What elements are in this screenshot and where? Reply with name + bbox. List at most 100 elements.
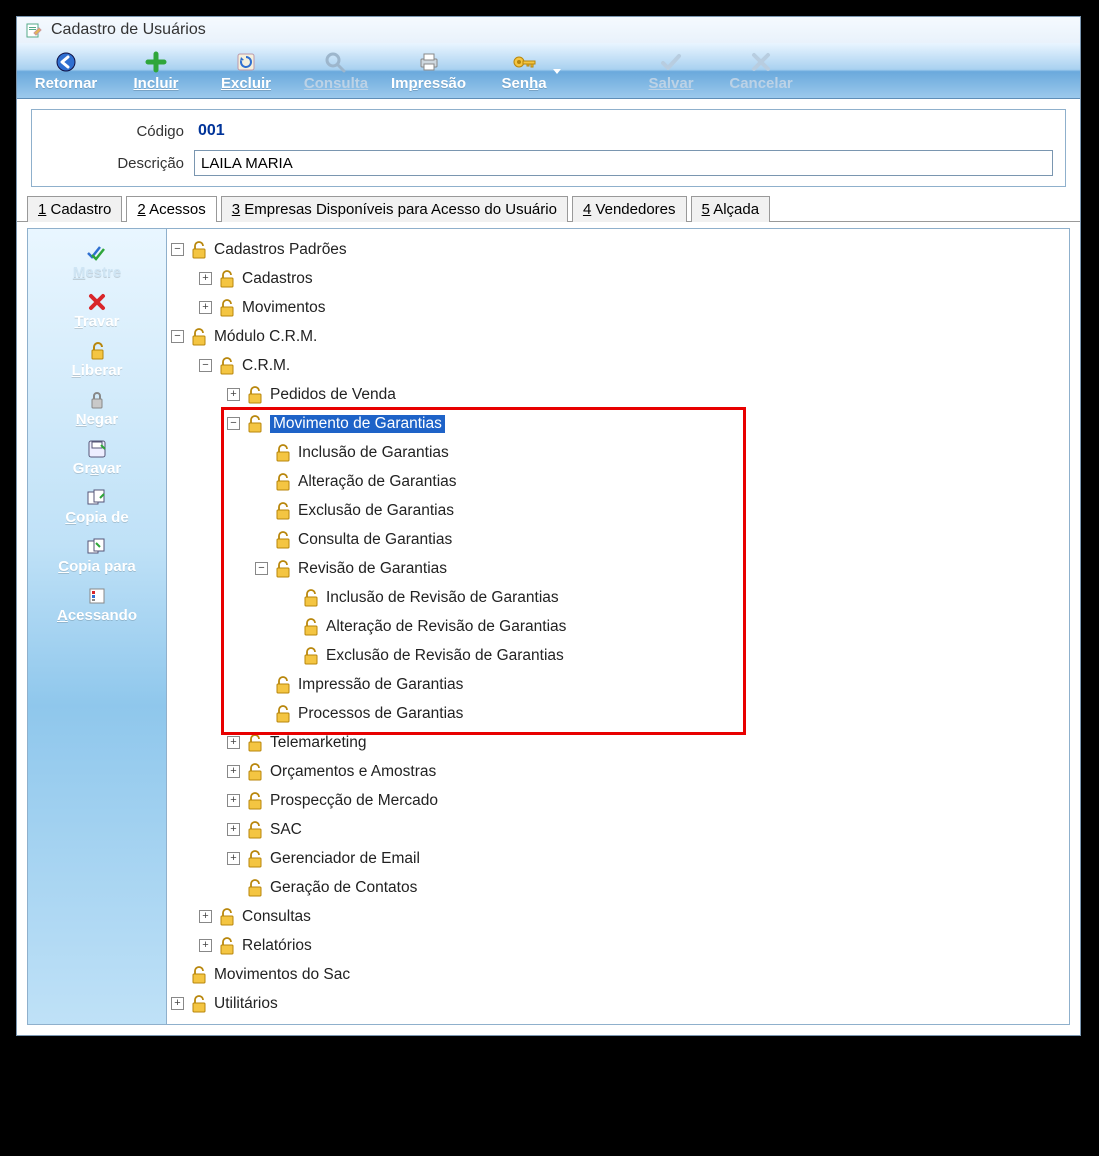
tree-node[interactable]: − Revisão de Garantias bbox=[171, 554, 1065, 583]
titlebar: Cadastro de Usuários bbox=[17, 17, 1080, 43]
tree-node[interactable]: + Utilitários bbox=[171, 989, 1065, 1018]
lock-icon bbox=[246, 734, 264, 752]
expand-icon[interactable]: + bbox=[227, 736, 240, 749]
tree-node[interactable]: Exclusão de Garantias bbox=[171, 496, 1065, 525]
tabs: 1 Cadastro 2 Acessos 3 Empresas Disponív… bbox=[17, 195, 1080, 222]
expand-icon[interactable]: + bbox=[227, 794, 240, 807]
tree-node[interactable]: + Telemarketing bbox=[171, 728, 1065, 757]
permission-tree[interactable]: − Cadastros Padrões + Cadastros + Movime… bbox=[171, 235, 1065, 1018]
expand-icon[interactable]: + bbox=[199, 910, 212, 923]
lock-icon bbox=[274, 560, 292, 578]
tree-node[interactable]: + Gerenciador de Email bbox=[171, 844, 1065, 873]
tree-panel: − Cadastros Padrões + Cadastros + Movime… bbox=[167, 228, 1070, 1025]
tab-cadastro[interactable]: 1 Cadastro bbox=[27, 196, 122, 222]
tree-node[interactable]: − Módulo C.R.M. bbox=[171, 322, 1065, 351]
tree-node[interactable]: − C.R.M. bbox=[171, 351, 1065, 380]
tree-node[interactable]: + Consultas bbox=[171, 902, 1065, 931]
lock-icon bbox=[218, 299, 236, 317]
tree-node[interactable]: + Prospecção de Mercado bbox=[171, 786, 1065, 815]
tree-node[interactable]: Geração de Contatos bbox=[171, 873, 1065, 902]
refresh-icon bbox=[232, 51, 260, 73]
lock-icon bbox=[274, 676, 292, 694]
mestre-button[interactable]: Mestre bbox=[32, 239, 162, 284]
form-area: Código 001 Descrição bbox=[17, 99, 1080, 195]
excluir-button[interactable]: Excluir bbox=[201, 45, 291, 96]
lock-icon bbox=[274, 473, 292, 491]
tab-alcada[interactable]: 5 Alçada bbox=[691, 196, 771, 222]
expand-icon[interactable]: + bbox=[199, 301, 212, 314]
acessando-button[interactable]: Acessando bbox=[32, 582, 162, 627]
tree-node[interactable]: Inclusão de Revisão de Garantias bbox=[171, 583, 1065, 612]
impressao-button[interactable]: Impressão bbox=[381, 45, 476, 96]
consulta-button: Consulta bbox=[291, 45, 381, 96]
copia-para-button[interactable]: Copia para bbox=[32, 533, 162, 578]
senha-button[interactable]: Senha bbox=[476, 45, 586, 96]
tree-node[interactable]: Exclusão de Revisão de Garantias bbox=[171, 641, 1065, 670]
gravar-button[interactable]: Gravar bbox=[32, 435, 162, 480]
tree-node[interactable]: Alteração de Garantias bbox=[171, 467, 1065, 496]
tab-acessos[interactable]: 2 Acessos bbox=[126, 196, 216, 222]
incluir-button[interactable]: Incluir bbox=[111, 45, 201, 96]
collapse-icon[interactable]: − bbox=[227, 417, 240, 430]
negar-button[interactable]: Negar bbox=[32, 386, 162, 431]
tree-node[interactable]: Movimentos do Sac bbox=[171, 960, 1065, 989]
copia-de-button[interactable]: Copia de bbox=[32, 484, 162, 529]
collapse-icon[interactable]: − bbox=[171, 243, 184, 256]
tree-node[interactable]: Alteração de Revisão de Garantias bbox=[171, 612, 1065, 641]
tree-node[interactable]: − Cadastros Padrões bbox=[171, 235, 1065, 264]
salvar-button: Salvar bbox=[626, 45, 716, 96]
collapse-icon[interactable]: − bbox=[171, 330, 184, 343]
codigo-value: 001 bbox=[194, 120, 229, 142]
form-card: Código 001 Descrição bbox=[31, 109, 1066, 187]
liberar-button[interactable]: Liberar bbox=[32, 337, 162, 382]
excluir-label: Excluir bbox=[221, 75, 271, 92]
lock-icon bbox=[274, 502, 292, 520]
expand-icon[interactable]: + bbox=[199, 272, 212, 285]
tree-node[interactable]: + Movimentos bbox=[171, 293, 1065, 322]
tab-vendedores[interactable]: 4 Vendedores bbox=[572, 196, 687, 222]
lock-icon bbox=[190, 241, 208, 259]
tree-node[interactable]: Processos de Garantias bbox=[171, 699, 1065, 728]
lock-icon bbox=[246, 879, 264, 897]
expand-icon[interactable]: + bbox=[227, 388, 240, 401]
lock-icon bbox=[246, 792, 264, 810]
tree-node[interactable]: + Pedidos de Venda bbox=[171, 380, 1065, 409]
chevron-down-icon bbox=[553, 69, 561, 74]
lock-icon bbox=[246, 415, 264, 433]
tree-node[interactable]: Impressão de Garantias bbox=[171, 670, 1065, 699]
descricao-label: Descrição bbox=[44, 155, 194, 172]
tree-node[interactable]: Consulta de Garantias bbox=[171, 525, 1065, 554]
lock-gray-icon bbox=[87, 389, 107, 411]
tree-node[interactable]: − Movimento de Garantias bbox=[171, 409, 1065, 438]
expand-icon[interactable]: + bbox=[199, 939, 212, 952]
expand-icon[interactable]: + bbox=[227, 765, 240, 778]
cancelar-button: Cancelar bbox=[716, 45, 806, 96]
expand-icon[interactable]: + bbox=[171, 997, 184, 1010]
lock-open-icon bbox=[87, 340, 107, 362]
tree-node[interactable]: + Cadastros bbox=[171, 264, 1065, 293]
lock-icon bbox=[274, 444, 292, 462]
check-double-icon bbox=[86, 242, 108, 264]
travar-button[interactable]: Travar bbox=[32, 288, 162, 333]
descricao-input[interactable] bbox=[194, 150, 1053, 176]
retornar-button[interactable]: Retornar bbox=[21, 45, 111, 96]
check-icon bbox=[657, 51, 685, 73]
window-icon bbox=[25, 21, 43, 39]
expand-icon[interactable]: + bbox=[227, 823, 240, 836]
search-icon bbox=[322, 51, 350, 73]
key-icon bbox=[510, 51, 538, 73]
lock-icon bbox=[218, 270, 236, 288]
lock-icon bbox=[218, 937, 236, 955]
save-icon bbox=[87, 438, 107, 460]
tab-empresas[interactable]: 3 Empresas Disponíveis para Acesso do Us… bbox=[221, 196, 568, 222]
lock-icon bbox=[274, 531, 292, 549]
collapse-icon[interactable]: − bbox=[255, 562, 268, 575]
tree-node[interactable]: Inclusão de Garantias bbox=[171, 438, 1065, 467]
expand-icon[interactable]: + bbox=[227, 852, 240, 865]
tree-node[interactable]: + SAC bbox=[171, 815, 1065, 844]
copy-to-icon bbox=[86, 536, 108, 558]
tree-node[interactable]: + Relatórios bbox=[171, 931, 1065, 960]
collapse-icon[interactable]: − bbox=[199, 359, 212, 372]
toolbar: Retornar Incluir Excluir Consulta Impres… bbox=[17, 43, 1080, 99]
tree-node[interactable]: + Orçamentos e Amostras bbox=[171, 757, 1065, 786]
